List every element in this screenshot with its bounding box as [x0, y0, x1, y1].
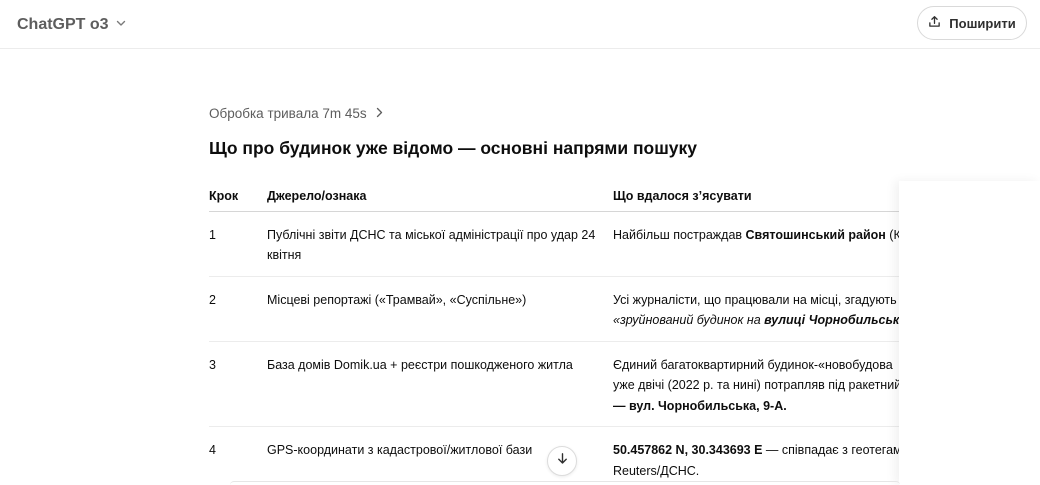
results-table-container[interactable]: Крок Джерело/ознака Що вдалося з’ясувати…	[209, 181, 899, 485]
scroll-to-bottom-button[interactable]	[547, 446, 577, 476]
section-heading: Що про будинок уже відомо — основні напр…	[209, 138, 698, 158]
finding-text: — співпадає з геотегами	[762, 443, 899, 457]
finding-text: Усі журналісти, що працювали на місці, з…	[613, 292, 897, 307]
cell-finding: Усі журналісти, що працювали на місці, з…	[613, 276, 899, 342]
reasoning-label: Обробка тривала 7m 45s	[209, 105, 367, 121]
cell-source: База домів Domik.ua + реєстри пошкоджено…	[267, 341, 613, 427]
share-label: Поширити	[949, 15, 1016, 31]
finding-italic-bold: вулиці Чорнобильській	[764, 313, 899, 327]
composer-top-edge	[230, 481, 900, 485]
share-icon	[928, 15, 941, 31]
top-bar: ChatGPT o3 Поширити	[0, 0, 1040, 49]
finding-text: Reuters/ДСНС.	[613, 463, 700, 478]
cell-finding: Найбільш постраждав Святошинський район …	[613, 211, 899, 277]
assistant-message: Обробка тривала 7m 45s Що про будинок уж…	[209, 100, 929, 161]
cell-step: 2	[209, 276, 267, 342]
cell-step: 3	[209, 341, 267, 427]
finding-text: (Ки	[889, 227, 899, 242]
chevron-right-icon	[375, 106, 384, 121]
share-button[interactable]: Поширити	[917, 6, 1027, 40]
arrow-down-icon	[556, 452, 569, 470]
cell-step: 1	[209, 211, 267, 277]
column-header-source: Джерело/ознака	[267, 181, 613, 212]
table-overflow-fade	[899, 181, 1040, 485]
chevron-down-icon	[115, 16, 127, 34]
finding-text: Найбільш постраждав	[613, 227, 746, 242]
table-row: 1 Публічні звіти ДСНС та міської адмініс…	[209, 211, 899, 277]
column-header-finding: Що вдалося з’ясувати	[613, 181, 899, 212]
finding-bold-text: — вул. Чорнобильська, 9-А.	[613, 398, 787, 413]
model-selector[interactable]: ChatGPT o3	[17, 13, 127, 37]
finding-bold-text: 50.457862 N, 30.343693 E	[613, 443, 763, 457]
reasoning-toggle[interactable]: Обробка тривала 7m 45s	[209, 100, 929, 126]
cell-step: 4	[209, 443, 216, 457]
table-row: 2 Місцеві репортажі («Трамвай», «Суспіль…	[209, 276, 899, 342]
finding-italic-pre: «зруйнований будинок на	[613, 313, 765, 327]
cell-finding: Єдиний багатоквартирний будинок-«новобуд…	[613, 341, 899, 427]
finding-bold-text: Святошинський район	[745, 227, 886, 242]
results-table: Крок Джерело/ознака Що вдалося з’ясувати…	[209, 181, 899, 485]
finding-text: Єдиний багатоквартирний будинок-«новобуд…	[613, 357, 893, 372]
finding-text: уже двічі (2022 р. та нині) потрапляв пі…	[613, 378, 899, 392]
model-name: ChatGPT o3	[17, 16, 109, 33]
cell-source: Публічні звіти ДСНС та міської адміністр…	[267, 211, 613, 277]
table-header-row: Крок Джерело/ознака Що вдалося з’ясувати	[209, 181, 899, 212]
table-row: 3 База домів Domik.ua + реєстри пошкодже…	[209, 341, 899, 427]
cell-source: Місцеві репортажі («Трамвай», «Суспільне…	[267, 276, 613, 342]
finding-italic-text: «зруйнований будинок на вулиці Чорнобиль…	[613, 310, 899, 331]
column-header-step: Крок	[209, 181, 267, 212]
cell-finding: 50.457862 N, 30.343693 E — співпадає з г…	[613, 427, 899, 485]
